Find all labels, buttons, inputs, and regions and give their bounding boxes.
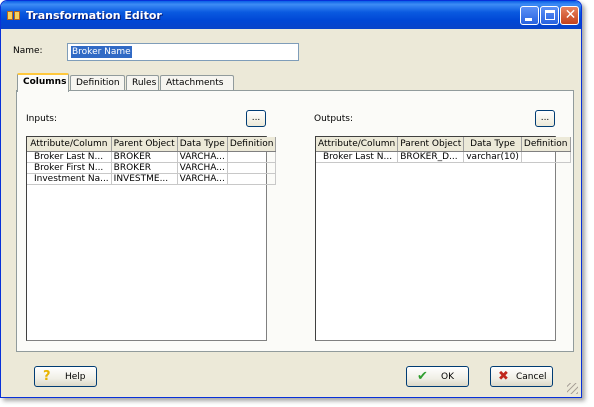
table-row[interactable]: Broker Last N... BROKER VARCHA... xyxy=(27,151,277,163)
help-button[interactable]: ? Help xyxy=(34,366,97,387)
cell-data-type: VARCHA... xyxy=(177,173,228,185)
cell-definition xyxy=(227,162,277,174)
maximize-icon xyxy=(545,10,555,20)
table-row[interactable]: Investment Na... INVESTME... VARCHA... xyxy=(27,173,277,185)
cell-parent-object: BROKER_D... xyxy=(397,151,465,163)
cancel-label: Cancel xyxy=(516,372,547,382)
cell-attribute: Broker First N... xyxy=(27,162,112,174)
outputs-header-row: Attribute/Column Parent Object Data Type… xyxy=(316,137,571,152)
cancel-button[interactable]: ✖ Cancel xyxy=(490,366,553,387)
col-header-parent-object[interactable]: Parent Object xyxy=(111,137,178,152)
col-header-data-type[interactable]: Data Type xyxy=(177,137,228,152)
tab-rules[interactable]: Rules xyxy=(126,75,159,91)
outputs-grid[interactable]: Attribute/Column Parent Object Data Type… xyxy=(315,136,571,341)
inputs-browse-button[interactable]: ... xyxy=(246,110,266,127)
col-header-definition[interactable]: Definition xyxy=(521,137,571,152)
resize-grip[interactable] xyxy=(567,383,578,394)
cell-attribute: Broker Last N... xyxy=(27,151,112,163)
tab-definition[interactable]: Definition xyxy=(70,75,125,91)
outputs-browse-button[interactable]: ... xyxy=(535,110,555,127)
minimize-icon xyxy=(525,18,532,21)
outputs-label: Outputs: xyxy=(314,114,353,124)
col-header-definition[interactable]: Definition xyxy=(227,137,277,152)
check-icon: ✔ xyxy=(417,369,428,384)
maximize-button[interactable] xyxy=(540,6,559,25)
title-bar[interactable]: Transformation Editor ✕ xyxy=(1,1,581,29)
col-header-parent-object[interactable]: Parent Object xyxy=(397,137,465,152)
app-icon xyxy=(7,11,21,20)
col-header-data-type[interactable]: Data Type xyxy=(463,137,522,152)
cell-parent-object: BROKER xyxy=(111,151,178,163)
table-row[interactable]: Broker First N... BROKER VARCHA... xyxy=(27,162,277,174)
transformation-editor-window: Transformation Editor ✕ Name: Broker Nam… xyxy=(0,0,582,398)
inputs-table: Attribute/Column Parent Object Data Type… xyxy=(27,137,277,185)
window-title: Transformation Editor xyxy=(26,9,162,22)
name-input-value: Broker Name xyxy=(71,46,132,58)
close-icon: ✕ xyxy=(564,7,577,23)
outputs-table: Attribute/Column Parent Object Data Type… xyxy=(316,137,571,163)
close-button[interactable]: ✕ xyxy=(560,6,579,25)
minimize-button[interactable] xyxy=(520,6,539,25)
cell-data-type: varchar(10) xyxy=(463,151,522,163)
cell-parent-object: INVESTME... xyxy=(111,173,178,185)
cell-data-type: VARCHA... xyxy=(177,162,228,174)
help-label: Help xyxy=(65,372,86,382)
question-icon: ? xyxy=(43,369,51,384)
cell-definition xyxy=(227,151,277,163)
cell-attribute: Investment Na... xyxy=(27,173,112,185)
inputs-header-row: Attribute/Column Parent Object Data Type… xyxy=(27,137,277,152)
col-header-attribute[interactable]: Attribute/Column xyxy=(316,137,399,152)
col-header-attribute[interactable]: Attribute/Column xyxy=(27,137,112,152)
cell-data-type: VARCHA... xyxy=(177,151,228,163)
table-row[interactable]: Broker Last N... BROKER_D... varchar(10) xyxy=(316,151,571,163)
name-label: Name: xyxy=(13,46,43,56)
x-icon: ✖ xyxy=(498,369,509,384)
cell-definition xyxy=(227,173,277,185)
ok-label: OK xyxy=(441,372,454,382)
inputs-grid[interactable]: Attribute/Column Parent Object Data Type… xyxy=(26,136,277,341)
tab-attachments[interactable]: Attachments xyxy=(160,75,234,91)
tab-columns[interactable]: Columns xyxy=(17,73,69,92)
inputs-label: Inputs: xyxy=(26,114,58,124)
columns-panel: Inputs: ... Attribute/Column Parent Obje… xyxy=(16,90,574,352)
ok-button[interactable]: ✔ OK xyxy=(406,366,469,387)
name-input[interactable]: Broker Name xyxy=(67,43,299,61)
cell-attribute: Broker Last N... xyxy=(316,151,399,163)
cell-definition xyxy=(521,151,571,163)
cell-parent-object: BROKER xyxy=(111,162,178,174)
